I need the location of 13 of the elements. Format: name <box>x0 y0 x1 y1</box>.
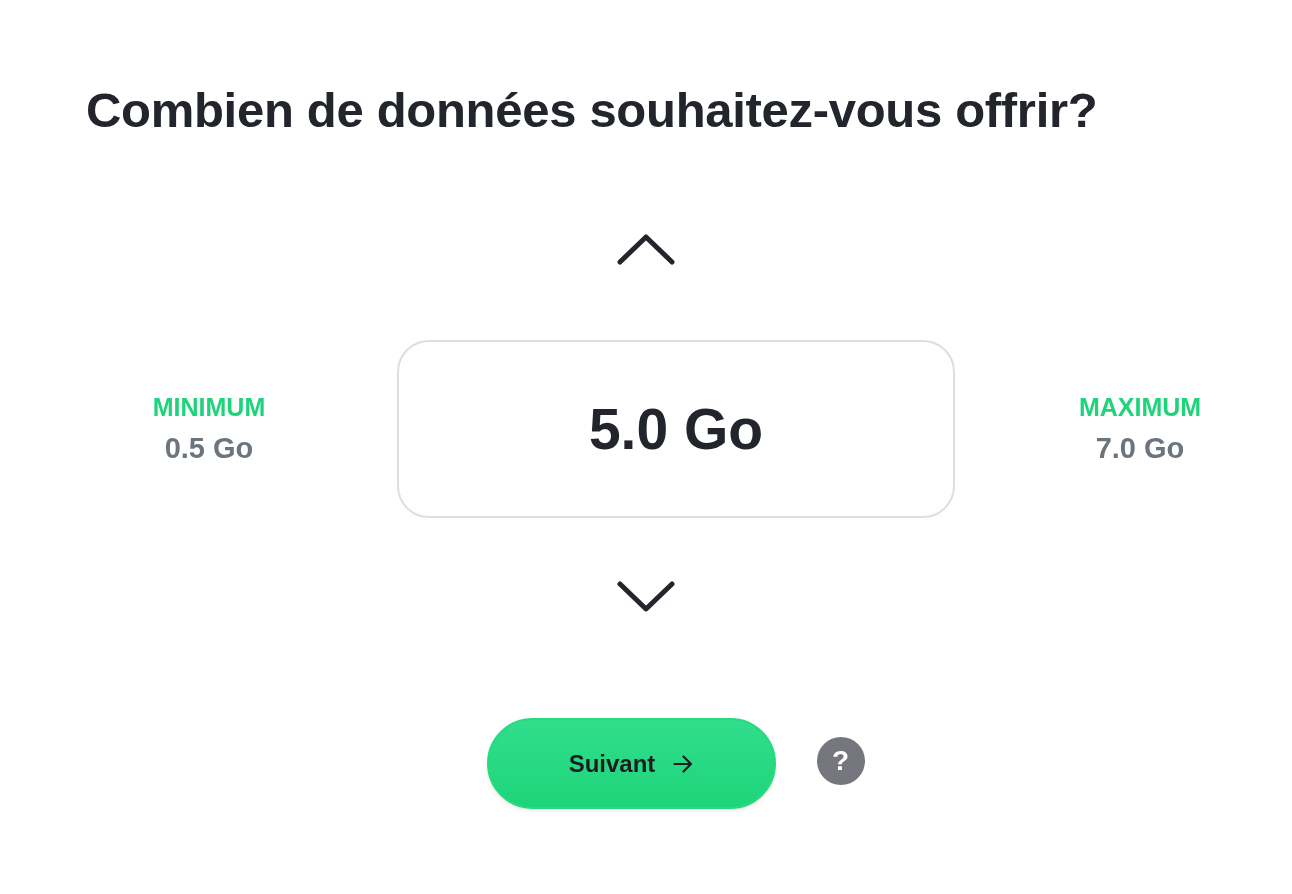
increase-button[interactable] <box>617 234 675 265</box>
page-title: Combien de données souhaitez-vous offrir? <box>86 82 1099 138</box>
help-button[interactable]: ? <box>816 736 865 785</box>
decrease-button[interactable] <box>617 581 675 612</box>
arrow-right-icon <box>673 754 694 773</box>
chevron-up-icon <box>617 234 675 265</box>
chevron-down-icon <box>617 581 675 612</box>
maximum-label: MAXIMUM <box>1078 392 1202 422</box>
minimum-label: MINIMUM <box>152 392 266 422</box>
next-button[interactable]: Suivant <box>486 718 776 809</box>
amount-field[interactable]: 5.0 Go <box>397 340 955 518</box>
minimum-value: 0.5 Go <box>164 431 254 466</box>
maximum-value: 7.0 Go <box>1095 431 1185 466</box>
